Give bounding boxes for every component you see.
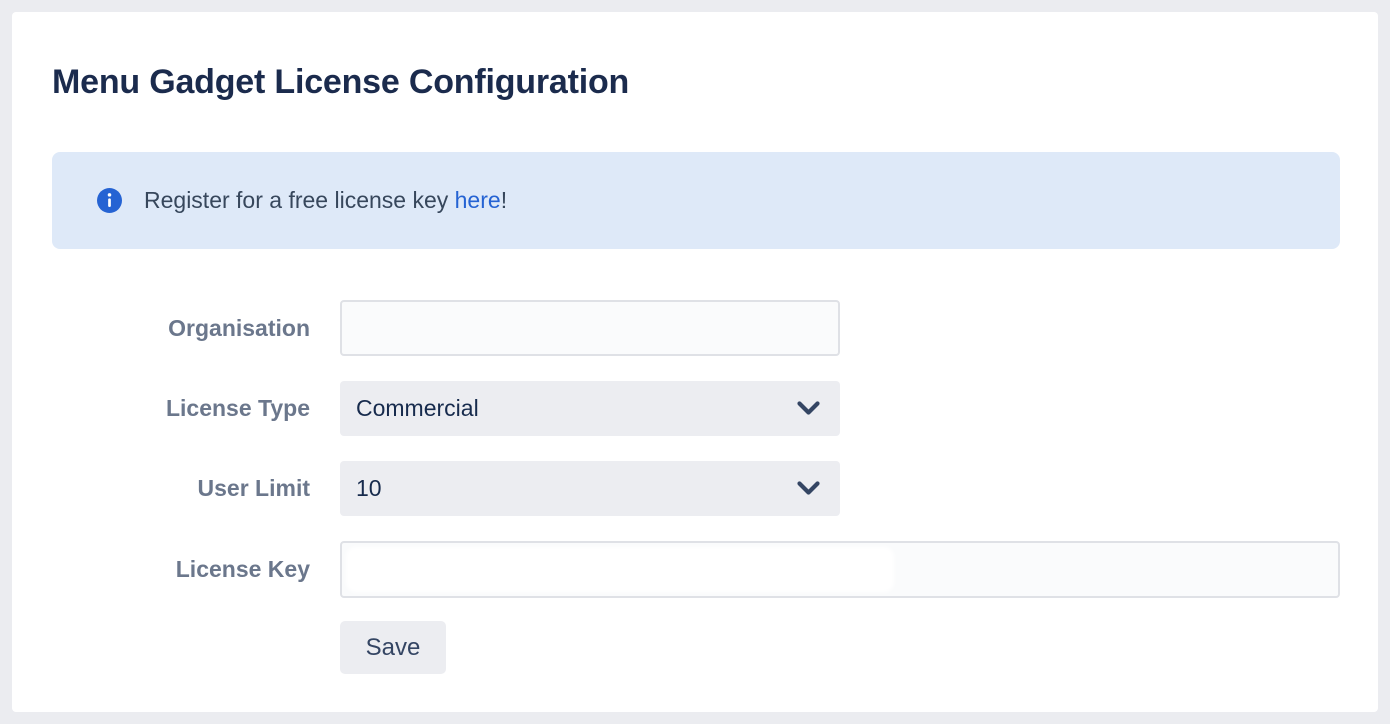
chevron-down-icon: [797, 481, 820, 496]
banner-message: Register for a free license key here!: [144, 187, 507, 214]
organisation-row: Organisation: [52, 300, 1340, 356]
license-type-select[interactable]: Commercial: [340, 381, 840, 436]
license-configuration-panel: Menu Gadget License Configuration Regist…: [12, 12, 1378, 712]
license-type-label: License Type: [52, 395, 310, 422]
license-key-field-wrap: [340, 541, 1340, 598]
license-form: Organisation License Type Commercial Use…: [52, 300, 1340, 674]
info-icon: [97, 188, 122, 213]
register-link[interactable]: here: [455, 187, 501, 213]
license-key-row: License Key: [52, 541, 1340, 598]
banner-text-before-link: Register for a free license key: [144, 187, 455, 213]
organisation-label: Organisation: [52, 315, 310, 342]
organisation-input[interactable]: [340, 300, 840, 356]
user-limit-value: 10: [356, 475, 382, 502]
page-title: Menu Gadget License Configuration: [52, 60, 1340, 104]
license-type-value: Commercial: [356, 395, 479, 422]
license-type-row: License Type Commercial: [52, 381, 1340, 436]
license-key-input[interactable]: [340, 541, 1340, 598]
user-limit-label: User Limit: [52, 475, 310, 502]
save-button[interactable]: Save: [340, 621, 446, 674]
banner-text-after-link: !: [501, 187, 507, 213]
user-limit-select[interactable]: 10: [340, 461, 840, 516]
chevron-down-icon: [797, 401, 820, 416]
user-limit-row: User Limit 10: [52, 461, 1340, 516]
license-key-label: License Key: [52, 556, 310, 583]
actions-row: Save: [52, 623, 1340, 674]
info-banner: Register for a free license key here!: [52, 152, 1340, 249]
